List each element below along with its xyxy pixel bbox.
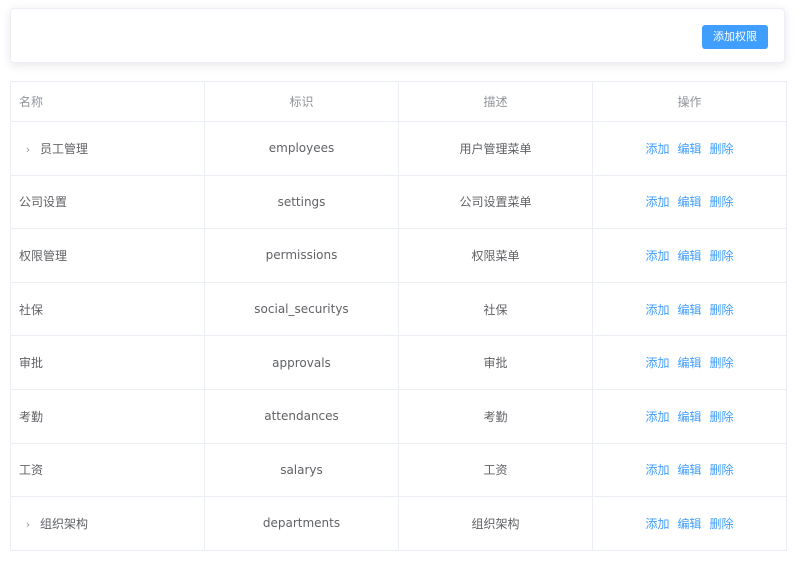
table-row: 公司设置 settings 公司设置菜单 添加 编辑 删除 [10,174,787,230]
cell-code: departments [204,496,399,551]
cell-operations: 添加 编辑 删除 [592,442,787,498]
delete-link[interactable]: 删除 [710,142,734,156]
cell-code: settings [204,174,399,230]
delete-link[interactable]: 删除 [710,249,734,263]
header-code: 标识 [204,81,399,122]
cell-description: 社保 [398,281,593,337]
cell-code: salarys [204,442,399,498]
cell-operations: 添加 编辑 删除 [592,228,787,283]
cell-description: 组织架构 [398,496,593,551]
cell-operations: 添加 编辑 删除 [592,174,787,230]
edit-link[interactable]: 编辑 [677,303,701,317]
table-row: › 组织架构 departments 组织架构 添加 编辑 删除 [10,496,787,551]
table-header-row: 名称 标识 描述 操作 [10,81,787,122]
row-name-text: 公司设置 [19,195,68,210]
delete-link[interactable]: 删除 [710,463,734,477]
cell-description: 公司设置菜单 [398,174,593,230]
cell-operations: 添加 编辑 删除 [592,388,787,444]
cell-code: attendances [204,388,399,444]
add-link[interactable]: 添加 [645,410,669,424]
row-name-text: 审批 [19,356,44,371]
edit-link[interactable]: 编辑 [677,195,701,209]
cell-name: 考勤 [10,388,205,444]
add-link[interactable]: 添加 [645,195,669,209]
cell-code: employees [204,121,399,176]
cell-code: approvals [204,335,399,390]
table-row: 工资 salarys 工资 添加 编辑 删除 [10,442,787,498]
table-row: › 员工管理 employees 用户管理菜单 添加 编辑 删除 [10,121,787,176]
cell-description: 用户管理菜单 [398,121,593,176]
edit-link[interactable]: 编辑 [677,463,701,477]
row-name-text: 权限管理 [19,248,68,263]
permissions-table: 名称 标识 描述 操作 › 员工管理 employees 用户管理菜单 添加 编辑 删除 公司… [10,81,787,551]
add-link[interactable]: 添加 [645,517,669,531]
cell-name: 公司设置 [10,174,205,230]
add-link[interactable]: 添加 [645,303,669,317]
cell-operations: 添加 编辑 删除 [592,496,787,551]
cell-name: 权限管理 [10,228,205,283]
cell-description: 工资 [398,442,593,498]
toolbar-card: 添加权限 [10,8,785,63]
delete-link[interactable]: 删除 [710,517,734,531]
cell-description: 权限菜单 [398,228,593,283]
cell-operations: 添加 编辑 删除 [592,335,787,390]
cell-operations: 添加 编辑 删除 [592,121,787,176]
edit-link[interactable]: 编辑 [677,249,701,263]
add-link[interactable]: 添加 [645,142,669,156]
table-row: 权限管理 permissions 权限菜单 添加 编辑 删除 [10,228,787,283]
add-link[interactable]: 添加 [645,356,669,370]
cell-name: 审批 [10,335,205,390]
cell-name: › 员工管理 [10,121,205,176]
table-row: 社保 social_securitys 社保 添加 编辑 删除 [10,281,787,337]
row-name-text: 工资 [19,463,44,478]
delete-link[interactable]: 删除 [710,410,734,424]
cell-name: 工资 [10,442,205,498]
delete-link[interactable]: 删除 [710,303,734,317]
add-permission-button[interactable]: 添加权限 [702,25,768,49]
cell-code: permissions [204,228,399,283]
edit-link[interactable]: 编辑 [677,142,701,156]
edit-link[interactable]: 编辑 [677,410,701,424]
row-name-text: 考勤 [19,409,44,424]
row-name-text: 员工管理 [40,141,89,156]
edit-link[interactable]: 编辑 [677,356,701,370]
table-row: 审批 approvals 审批 添加 编辑 删除 [10,335,787,390]
add-link[interactable]: 添加 [645,463,669,477]
header-operations: 操作 [592,81,787,122]
cell-name: 社保 [10,281,205,337]
cell-code: social_securitys [204,281,399,337]
delete-link[interactable]: 删除 [710,195,734,209]
table-body: › 员工管理 employees 用户管理菜单 添加 编辑 删除 公司设置 settings 公司… [10,121,787,551]
cell-description: 审批 [398,335,593,390]
edit-link[interactable]: 编辑 [677,517,701,531]
row-name-text: 组织架构 [40,516,89,531]
header-description: 描述 [398,81,593,122]
add-link[interactable]: 添加 [645,249,669,263]
table-row: 考勤 attendances 考勤 添加 编辑 删除 [10,388,787,444]
cell-description: 考勤 [398,388,593,444]
delete-link[interactable]: 删除 [710,356,734,370]
chevron-right-icon[interactable]: › [23,518,33,531]
row-name-text: 社保 [19,302,44,317]
header-name: 名称 [10,81,205,122]
cell-name: › 组织架构 [10,496,205,551]
chevron-right-icon[interactable]: › [23,143,33,156]
cell-operations: 添加 编辑 删除 [592,281,787,337]
